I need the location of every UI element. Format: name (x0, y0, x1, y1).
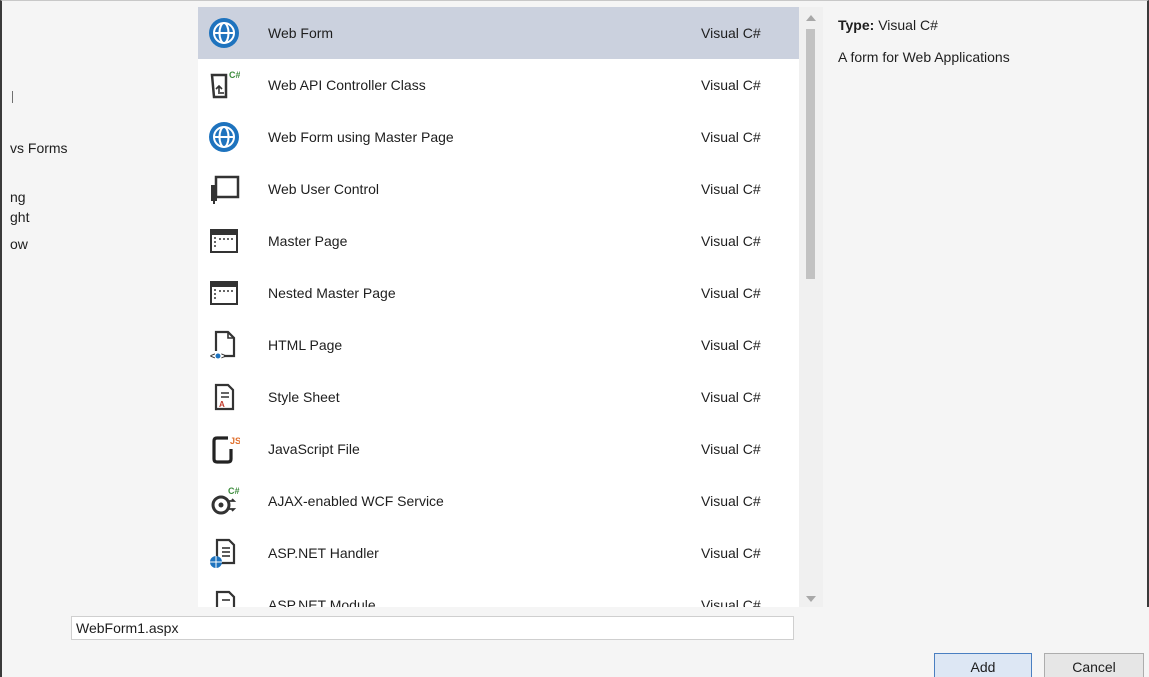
html-page-icon: < > (208, 329, 240, 361)
template-language: Visual C# (701, 129, 761, 145)
template-details-pane: Type: Visual C# A form for Web Applicati… (824, 7, 1147, 607)
wcf-service-icon: C# (208, 485, 240, 517)
name-input[interactable] (71, 616, 794, 640)
category-item[interactable]: vs Forms (10, 140, 68, 156)
template-name: Master Page (268, 233, 348, 249)
template-row-wcf-service[interactable]: C# AJAX-enabled WCF Service Visual C# (198, 475, 799, 527)
scroll-down-arrow-icon[interactable] (806, 596, 816, 602)
template-row-javascript-file[interactable]: JS JavaScript File Visual C# (198, 423, 799, 475)
category-item[interactable]: ng (10, 189, 26, 205)
svg-text:<: < (210, 351, 215, 361)
type-label: Type: (838, 17, 875, 33)
template-language: Visual C# (701, 77, 761, 93)
template-list: Web Form Visual C# C# Web API Controller… (198, 7, 799, 607)
add-button[interactable]: Add (934, 653, 1032, 677)
type-value: Visual C# (878, 17, 938, 33)
template-row-aspnet-module[interactable]: ASP.NET Module Visual C# (198, 579, 799, 607)
globe-icon (208, 121, 240, 153)
master-page-icon (208, 225, 240, 257)
master-page-icon (208, 277, 240, 309)
category-item[interactable]: ow (10, 236, 28, 252)
template-row-html-page[interactable]: < > HTML Page Visual C# (198, 319, 799, 371)
template-language: Visual C# (701, 597, 761, 607)
template-name: Nested Master Page (268, 285, 396, 301)
svg-text:A: A (219, 400, 225, 409)
template-row-aspnet-handler[interactable]: ASP.NET Handler Visual C# (198, 527, 799, 579)
handler-icon (208, 537, 240, 569)
template-name: Web Form (268, 25, 334, 41)
template-row-web-form-master[interactable]: Web Form using Master Page Visual C# (198, 111, 799, 163)
bottom-bar: Add Cancel (4, 607, 1149, 677)
list-scrollbar[interactable] (799, 7, 823, 607)
template-row-web-user-control[interactable]: Web User Control Visual C# (198, 163, 799, 215)
template-row-master-page[interactable]: Master Page Visual C# (198, 215, 799, 267)
template-language: Visual C# (701, 441, 761, 457)
globe-icon (208, 17, 240, 49)
template-name: JavaScript File (268, 441, 360, 457)
template-name: Web Form using Master Page (268, 129, 454, 145)
template-row-nested-master-page[interactable]: Nested Master Page Visual C# (198, 267, 799, 319)
template-name: AJAX-enabled WCF Service (268, 493, 444, 509)
template-description: A form for Web Applications (838, 49, 1010, 65)
svg-text:C#: C# (229, 70, 240, 80)
template-row-style-sheet[interactable]: A Style Sheet Visual C# (198, 371, 799, 423)
module-icon (208, 589, 240, 607)
template-row-web-api-controller[interactable]: C# Web API Controller Class Visual C# (198, 59, 799, 111)
svg-text:>: > (221, 351, 226, 361)
template-name: Style Sheet (268, 389, 340, 405)
template-language: Visual C# (701, 493, 761, 509)
svg-text:C#: C# (228, 486, 240, 496)
template-name: ASP.NET Handler (268, 545, 379, 561)
cancel-button[interactable]: Cancel (1044, 653, 1144, 677)
template-language: Visual C# (701, 337, 761, 353)
template-language: Visual C# (701, 181, 761, 197)
user-control-icon (208, 173, 240, 205)
category-panel: vs Forms ng ght ow (4, 1, 198, 607)
category-item[interactable]: ght (10, 209, 29, 225)
template-language: Visual C# (701, 285, 761, 301)
type-line: Type: Visual C# (838, 17, 938, 33)
template-name: ASP.NET Module (268, 597, 376, 607)
dialog-frame: vs Forms ng ght ow Web Form Visual C# C#… (0, 0, 1149, 677)
svg-text:JS: JS (230, 436, 240, 446)
javascript-file-icon: JS (208, 433, 240, 465)
tree-line (12, 91, 13, 103)
api-controller-icon: C# (208, 69, 240, 101)
template-name: Web API Controller Class (268, 77, 426, 93)
template-language: Visual C# (701, 25, 761, 41)
template-name: HTML Page (268, 337, 343, 353)
template-language: Visual C# (701, 389, 761, 405)
style-sheet-icon: A (208, 381, 240, 413)
scroll-up-arrow-icon[interactable] (806, 15, 816, 21)
template-language: Visual C# (701, 545, 761, 561)
template-row-web-form[interactable]: Web Form Visual C# (198, 7, 799, 59)
template-name: Web User Control (268, 181, 380, 197)
template-language: Visual C# (701, 233, 761, 249)
scroll-thumb[interactable] (806, 29, 815, 279)
